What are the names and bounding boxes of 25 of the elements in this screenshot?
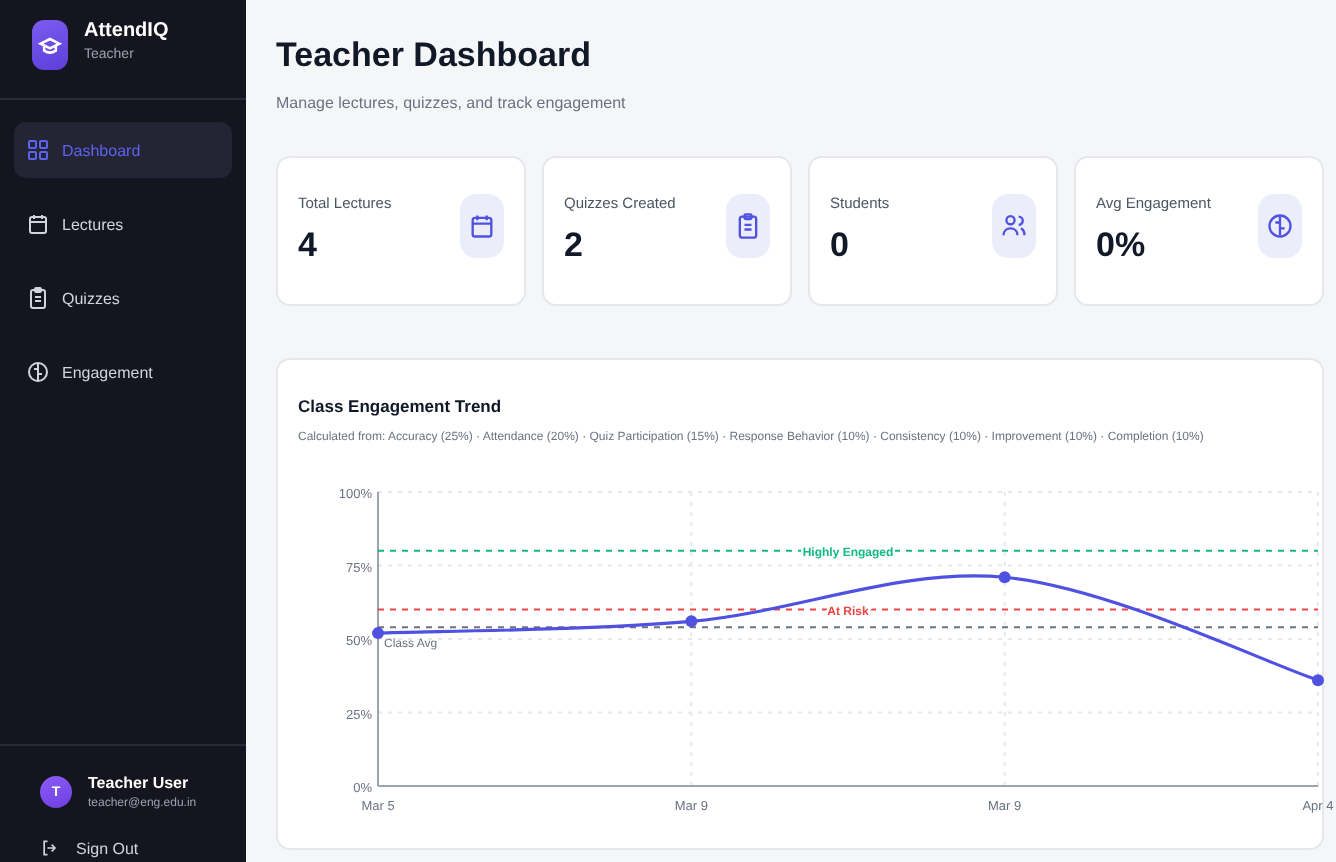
data-point <box>998 571 1011 584</box>
nav-item[interactable]: Lectures <box>14 196 232 252</box>
nav-item[interactable]: Engagement <box>14 344 232 400</box>
clipboard-icon <box>726 194 770 258</box>
nav-item[interactable]: Quizzes <box>14 270 232 326</box>
stat-value: 4 <box>298 226 319 266</box>
logout-icon <box>40 838 60 858</box>
brand-name: AttendIQ <box>84 20 169 42</box>
sign-out-link[interactable]: Sign Out <box>0 826 246 862</box>
stat-value: 2 <box>564 226 585 266</box>
logo-icon <box>32 20 68 70</box>
data-point <box>685 615 698 628</box>
stat-value: 0 <box>830 226 851 266</box>
data-point <box>372 627 384 640</box>
chart-title: Class Engagement Trend <box>298 396 504 416</box>
data-point <box>1312 674 1324 687</box>
calendar-icon <box>26 212 50 236</box>
page-title: Teacher Dashboard <box>276 36 593 76</box>
page-subtitle: Manage lectures, quizzes, and track engagement <box>276 94 628 112</box>
users-icon <box>992 194 1036 258</box>
stat-value: 0% <box>1096 226 1148 266</box>
grid-icon <box>26 138 50 162</box>
clipboard-icon <box>26 286 50 310</box>
calendar-icon <box>460 194 504 258</box>
user-name: Teacher User <box>88 774 191 792</box>
